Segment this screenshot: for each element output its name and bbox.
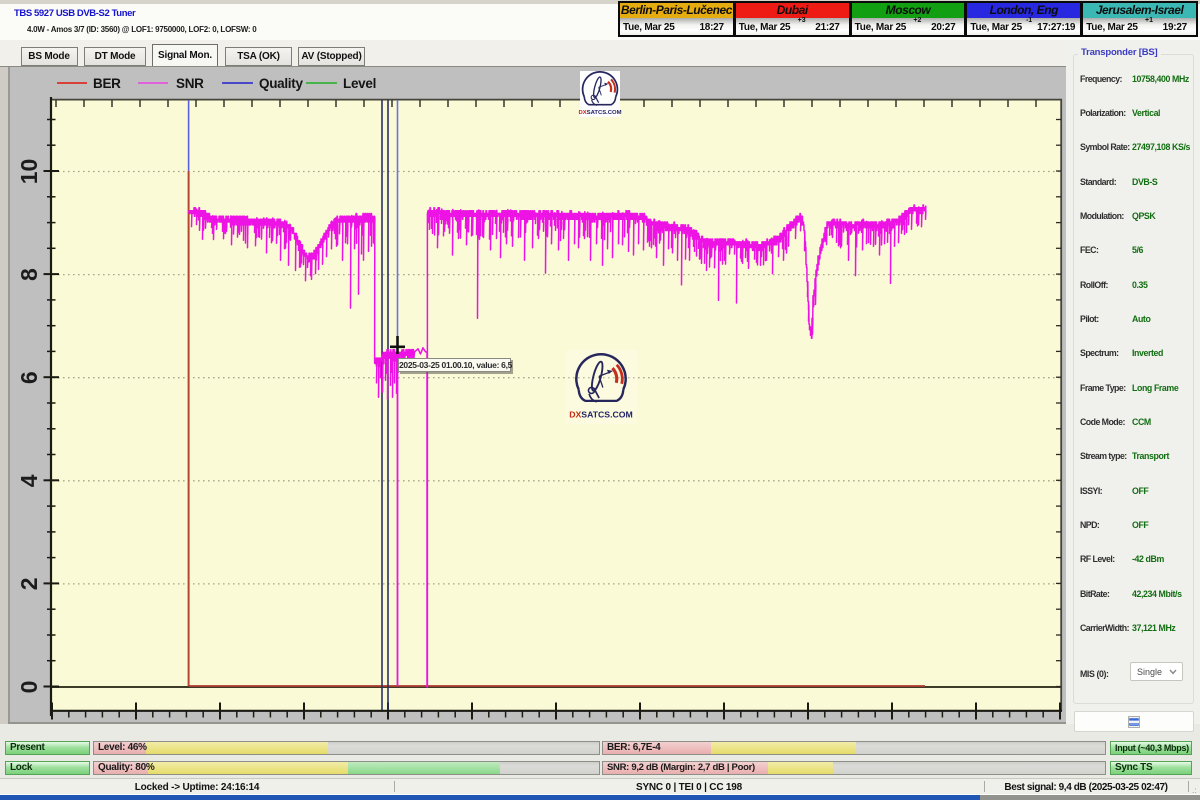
svg-text:BER: BER <box>93 76 121 91</box>
svg-text:DXSATCS.COM: DXSATCS.COM <box>569 410 633 420</box>
svg-text:Quality: Quality <box>259 76 303 91</box>
svg-text:DXSATCS.COM: DXSATCS.COM <box>578 110 621 116</box>
svg-text:2: 2 <box>16 578 42 591</box>
svg-text:0: 0 <box>16 681 42 694</box>
svg-text:4: 4 <box>16 474 42 487</box>
svg-text:SNR: SNR <box>176 76 204 91</box>
svg-text:8: 8 <box>16 268 42 281</box>
svg-text:6: 6 <box>16 371 42 384</box>
svg-text:Level: Level <box>343 76 376 91</box>
svg-text:10: 10 <box>16 159 42 185</box>
